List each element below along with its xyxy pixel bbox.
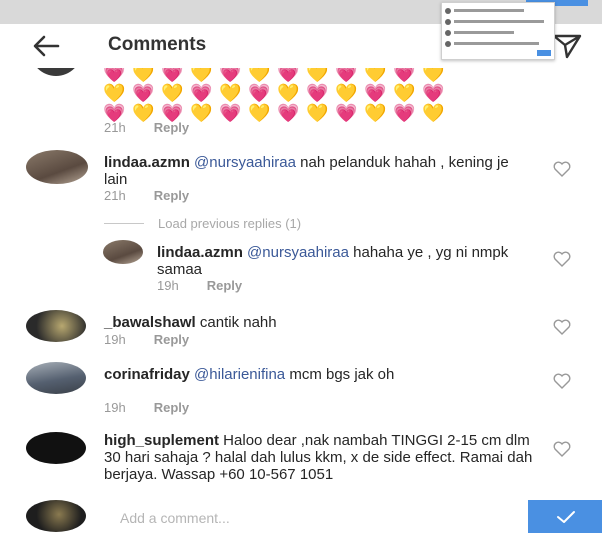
comment-text: corinafriday @hilarienifina mcm bgs jak … [104,366,524,383]
thumbnail-accent [537,50,551,56]
reply-button[interactable]: Reply [154,120,189,135]
emoji: 💗 [335,103,358,123]
check-icon [557,511,575,523]
screenshot-thumbnail[interactable] [441,2,555,60]
comment-text: lindaa.azmn @nursyaahiraa hahaha ye , yg… [157,244,532,278]
emoji-comment: 💗 💛 💗 💛 💗 💛 💗 💛 💗 💛 💗 💛 💛 💗 💛 💗 💛 💗 💛 💗 … [103,68,463,124]
comment-body: cantik nahh [195,314,277,331]
paper-plane-icon[interactable] [551,30,583,60]
emoji: 💗 [190,83,213,103]
thumbnail-line [454,20,544,23]
emoji: 💛 [132,68,155,83]
comment-mention[interactable]: @hilarienifina [194,366,285,383]
emoji: 💛 [190,68,213,83]
emoji: 💗 [248,83,271,103]
comment-time: 21h [104,188,126,203]
back-arrow-icon[interactable] [30,32,62,60]
heart-icon[interactable] [552,372,572,390]
thumbnail-line [454,31,514,34]
reply-button[interactable]: Reply [154,400,189,415]
avatar[interactable] [26,310,86,342]
comment-time: 21h [104,120,126,135]
heart-icon[interactable] [552,440,572,458]
comment-username[interactable]: high_suplement [104,432,219,449]
comment-text: lindaa.azmn @nursyaahiraa nah pelanduk h… [104,154,524,188]
emoji: 💛 [306,68,329,83]
emoji: 💛 [393,83,416,103]
comment-meta: 19h Reply [104,332,189,347]
emoji: 💛 [248,103,271,123]
emoji: 💗 [132,83,155,103]
emoji: 💗 [422,83,445,103]
emoji: 💛 [422,68,445,83]
comments-list[interactable]: 💗 💛 💗 💛 💗 💛 💗 💛 💗 💛 💗 💛 💛 💗 💛 💗 💛 💗 💛 💗 … [0,68,602,496]
emoji: 💗 [219,103,242,123]
comment-meta: 21h Reply [104,120,189,135]
comment-text: _bawalshawl cantik nahh [104,314,524,331]
heart-icon[interactable] [552,160,572,178]
divider [104,223,144,224]
emoji-row: 💗 💛 💗 💛 💗 💛 💗 💛 💗 💛 💗 💛 [103,68,463,82]
reply-button[interactable]: Reply [154,332,189,347]
emoji: 💗 [393,103,416,123]
emoji: 💛 [335,83,358,103]
reply-button[interactable]: Reply [154,188,189,203]
heart-icon[interactable] [552,318,572,336]
thumbnail-line [454,9,524,12]
comment-username[interactable]: lindaa.azmn [104,154,190,171]
emoji: 💛 [190,103,213,123]
comment-time: 19h [104,332,126,347]
heart-icon[interactable] [552,250,572,268]
comment-meta: 19h Reply [157,278,242,293]
comment-text: high_suplement Haloo dear ,nak nambah TI… [104,432,534,483]
emoji: 💗 [161,68,184,83]
load-previous-label: Load previous replies (1) [158,216,302,231]
comment-mention[interactable]: @nursyaahiraa [194,154,296,171]
emoji: 💛 [161,83,184,103]
comment-mention[interactable]: @nursyaahiraa [247,244,349,261]
avatar[interactable] [26,362,86,394]
emoji: 💛 [306,103,329,123]
post-button[interactable] [528,500,602,533]
emoji: 💗 [277,68,300,83]
avatar[interactable] [103,240,143,264]
emoji: 💛 [103,83,126,103]
reply-button[interactable]: Reply [207,278,242,293]
comment-time: 19h [104,400,126,415]
emoji: 💛 [248,68,271,83]
avatar[interactable] [26,432,86,464]
comment-body: mcm bgs jak oh [285,366,395,383]
emoji: 💗 [277,103,300,123]
page-title: Comments [108,34,207,55]
comment-composer: Add a comment... [0,496,602,533]
comment-time: 19h [157,278,179,293]
load-previous-replies[interactable]: Load previous replies (1) [104,216,301,231]
emoji: 💗 [306,83,329,103]
avatar [26,500,86,532]
emoji-row: 💛 💗 💛 💗 💛 💗 💛 💗 💛 💗 💛 💗 [103,84,463,102]
comment-meta: 21h Reply [104,188,189,203]
thumbnail-dot [445,30,451,36]
thumbnail-dot [445,41,451,47]
comment-username[interactable]: _bawalshawl [104,314,196,331]
emoji: 💗 [103,68,126,83]
emoji: 💛 [364,103,387,123]
emoji: 💛 [364,68,387,83]
emoji: 💗 [219,68,242,83]
emoji: 💛 [422,103,445,123]
comment-username[interactable]: corinafriday [104,366,190,383]
comment-meta: 19h Reply [104,400,189,415]
emoji: 💗 [335,68,358,83]
thumbnail-line [454,42,539,45]
comment-username[interactable]: lindaa.azmn [157,244,243,261]
thumbnail-dot [445,8,451,14]
emoji: 💛 [219,83,242,103]
emoji: 💗 [393,68,416,83]
avatar[interactable] [30,68,82,76]
thumbnail-dot [445,19,451,25]
comment-input[interactable]: Add a comment... [120,510,230,526]
emoji: 💛 [277,83,300,103]
avatar[interactable] [26,150,88,184]
emoji: 💗 [364,83,387,103]
